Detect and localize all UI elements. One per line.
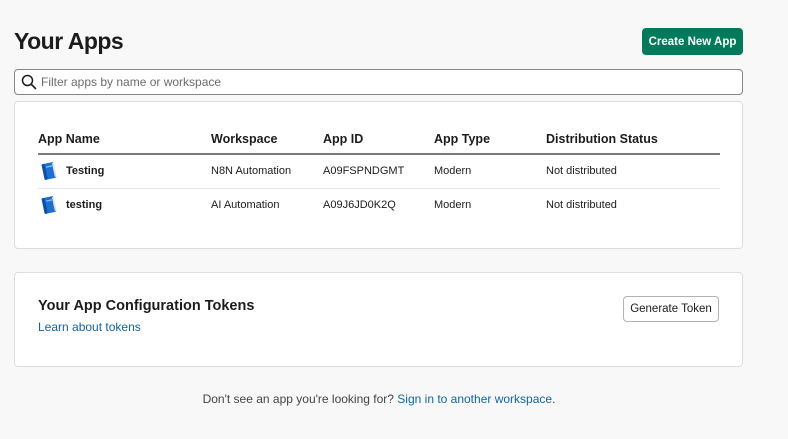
table-header-row: App Name Workspace App ID App Type Distr… [38, 132, 720, 155]
app-name[interactable]: Testing [66, 165, 104, 177]
app-id-cell: A09J6JD0K2Q [323, 199, 396, 212]
workspace-cell: N8N Automation [211, 154, 323, 189]
your-apps-page: Your Apps Create New App App Name Worksp… [0, 0, 788, 439]
footer-text: Don't see an app you're looking for? [202, 392, 398, 406]
tokens-title: Your App Configuration Tokens [38, 298, 255, 314]
distribution-status-cell: Not distributed [546, 154, 720, 189]
footer-suffix: . [552, 392, 556, 406]
table-row[interactable]: testing AI Automation A09J6JD0K2Q Modern… [38, 188, 720, 222]
column-header-app-type: App Type [434, 132, 546, 155]
apps-card: App Name Workspace App ID App Type Distr… [14, 101, 743, 249]
app-type-cell: Modern [434, 199, 472, 212]
workspace-cell: AI Automation [211, 199, 280, 212]
create-new-app-button[interactable]: Create New App [642, 28, 743, 55]
column-header-distribution-status: Distribution Status [546, 132, 720, 155]
app-name-cell[interactable]: Testing [38, 160, 211, 182]
distribution-status-cell: Not distributed [546, 199, 617, 212]
app-name-cell[interactable]: testing [38, 194, 211, 216]
column-header-app-id: App ID [323, 132, 434, 155]
app-id-cell: A09FSPNDGMT [323, 154, 434, 189]
learn-about-tokens-link[interactable]: Learn about tokens [38, 320, 141, 334]
app-book-icon [41, 162, 57, 181]
app-name[interactable]: testing [66, 199, 102, 211]
search-box[interactable] [14, 69, 743, 95]
apps-table: App Name Workspace App ID App Type Distr… [38, 132, 720, 222]
table-row[interactable]: Testing N8N Automation A09FSPNDGMT Moder… [38, 154, 720, 189]
column-header-workspace: Workspace [211, 132, 323, 155]
config-tokens-card: Your App Configuration Tokens Learn abou… [14, 272, 743, 367]
sign-in-another-workspace-link[interactable]: Sign in to another workspace [397, 392, 552, 406]
page-title: Your Apps [14, 28, 124, 54]
app-book-icon [41, 196, 57, 215]
search-icon [21, 74, 37, 90]
column-header-app-name: App Name [38, 132, 211, 155]
footer: Don't see an app you're looking for? Sig… [0, 392, 758, 406]
app-type-cell: Modern [434, 154, 546, 189]
search-input[interactable] [41, 75, 721, 89]
generate-token-button[interactable]: Generate Token [623, 296, 719, 322]
